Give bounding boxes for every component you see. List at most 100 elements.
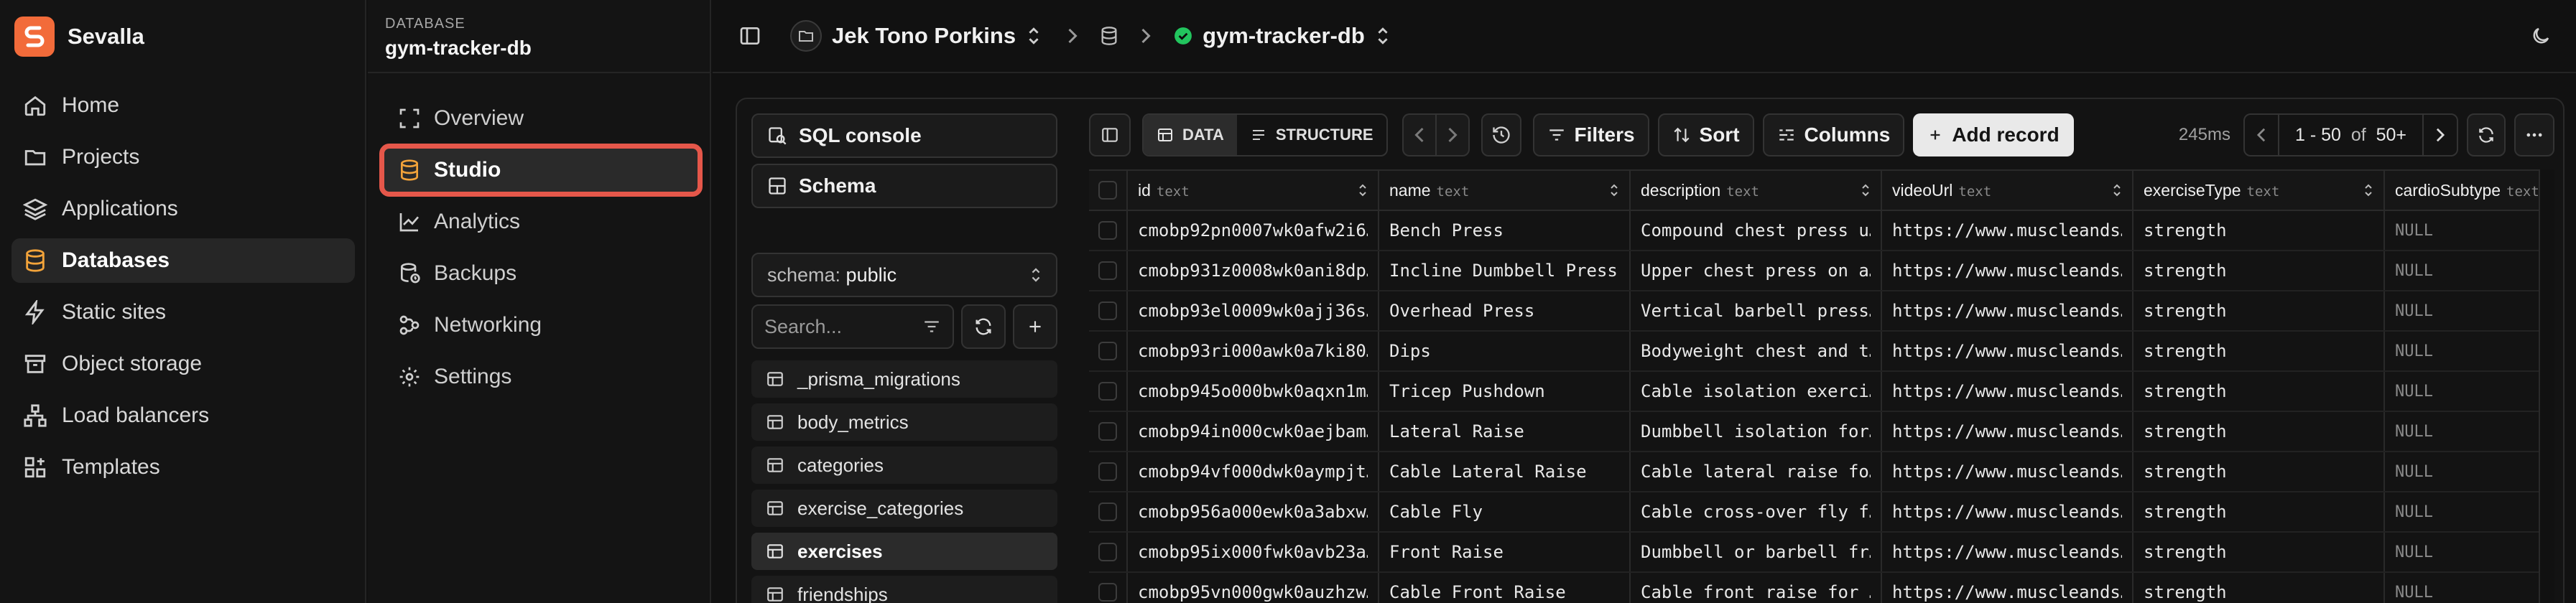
theme-moon-icon[interactable] [2530,25,2552,47]
schema-select[interactable]: schema: public [751,253,1057,297]
table-row[interactable]: cmobp956a000ewk0a3abxw… Cable Fly Cable cr… [1089,492,2554,533]
row-checkbox[interactable] [1089,372,1128,411]
table-cell[interactable]: cmobp92pn0007wk0afw2i6… [1128,211,1379,250]
table-cell[interactable]: cmobp94in000cwk0aejbam… [1128,412,1379,451]
row-checkbox[interactable] [1089,533,1128,571]
table-search-input[interactable]: Search... [751,304,954,349]
table-cell[interactable]: Overhead Press [1379,291,1631,330]
table-cell[interactable]: Bench Press [1379,211,1631,250]
table-cell[interactable]: Cable front raise for … [1631,573,1882,603]
table-cell[interactable]: strength [2133,211,2385,250]
db-nav-studio[interactable]: Studio [379,144,703,197]
table-row[interactable]: cmobp93ri000awk0a7ki80… Dips Bodyweight ch… [1089,332,2554,372]
row-checkbox[interactable] [1089,211,1128,250]
table-cell[interactable]: https://www.muscleands… [1882,573,2133,603]
table-item[interactable]: _prisma_migrations [751,360,1057,398]
row-checkbox[interactable] [1089,573,1128,603]
db-nav-analytics[interactable]: Analytics [384,200,698,244]
table-cell[interactable]: https://www.muscleands… [1882,332,2133,370]
table-row[interactable]: cmobp94vf000dwk0aympjt… Cable Lateral Rai… [1089,452,2554,492]
table-cell[interactable]: Compound chest press u… [1631,211,1882,250]
next-page-button[interactable] [2424,127,2457,143]
history-forward-button[interactable] [1435,113,1470,156]
table-cell[interactable]: Dumbbell or barbell fr… [1631,533,1882,571]
sidebar-item-home[interactable]: Home [11,83,355,128]
table-cell[interactable]: Cable Fly [1379,492,1631,531]
row-checkbox[interactable] [1089,251,1128,290]
table-cell[interactable]: cmobp94vf000dwk0aympjt… [1128,452,1379,491]
table-cell[interactable]: cmobp93ri000awk0a7ki80… [1128,332,1379,370]
table-row[interactable]: cmobp95vn000gwk0auzhzw… Cable Front Raise… [1089,573,2554,603]
table-cell[interactable]: NULL [2385,211,2554,250]
toggle-panel-button[interactable] [1089,113,1131,156]
table-cell[interactable]: NULL [2385,372,2554,411]
table-cell[interactable]: Cable isolation exerci… [1631,372,1882,411]
table-cell[interactable]: Lateral Raise [1379,412,1631,451]
column-header-description[interactable]: description text [1631,171,1882,210]
table-cell[interactable]: strength [2133,291,2385,330]
table-cell[interactable]: strength [2133,573,2385,603]
add-record-button[interactable]: Add record [1913,113,2074,156]
sidebar-item-templates[interactable]: Templates [11,445,355,490]
db-nav-networking[interactable]: Networking [384,303,698,347]
table-cell[interactable]: https://www.muscleands… [1882,291,2133,330]
column-header-cardiosubtype[interactable]: cardioSubtype text [2385,171,2554,210]
table-cell[interactable]: NULL [2385,452,2554,491]
sidebar-toggle-icon[interactable] [738,24,761,47]
table-cell[interactable]: Cable Lateral Raise [1379,452,1631,491]
table-cell[interactable]: strength [2133,251,2385,290]
sidebar-item-object-storage[interactable]: Object storage [11,342,355,386]
table-item[interactable]: body_metrics [751,403,1057,441]
db-nav-backups[interactable]: Backups [384,251,698,296]
prev-page-button[interactable] [2245,127,2278,143]
table-cell[interactable]: NULL [2385,412,2554,451]
table-cell[interactable]: strength [2133,533,2385,571]
table-cell[interactable]: strength [2133,452,2385,491]
table-cell[interactable]: strength [2133,372,2385,411]
table-row[interactable]: cmobp92pn0007wk0afw2i6… Bench Press Compou… [1089,211,2554,251]
filter-lines-icon[interactable] [922,317,941,336]
db-nav-overview[interactable]: Overview [384,96,698,141]
table-cell[interactable]: Dips [1379,332,1631,370]
history-button[interactable] [1481,113,1521,156]
table-cell[interactable]: Front Raise [1379,533,1631,571]
column-header-name[interactable]: name text [1379,171,1631,210]
table-cell[interactable]: Vertical barbell press… [1631,291,1882,330]
table-cell[interactable]: https://www.muscleands… [1882,251,2133,290]
sidebar-item-static-sites[interactable]: Static sites [11,290,355,335]
more-options-button[interactable] [2514,113,2554,156]
table-cell[interactable]: cmobp956a000ewk0a3abxw… [1128,492,1379,531]
add-table-button[interactable] [1013,304,1057,349]
table-cell[interactable]: https://www.muscleands… [1882,412,2133,451]
table-cell[interactable]: Bodyweight chest and t… [1631,332,1882,370]
table-cell[interactable]: cmobp95ix000fwk0avb23a… [1128,533,1379,571]
table-item[interactable]: exercise_categories [751,490,1057,527]
table-cell[interactable]: NULL [2385,492,2554,531]
table-item[interactable]: friendships [751,576,1057,603]
table-cell[interactable]: https://www.muscleands… [1882,533,2133,571]
sort-arrows-icon[interactable] [2363,182,2373,198]
refresh-tables-button[interactable] [961,304,1006,349]
sidebar-item-databases[interactable]: Databases [11,238,355,283]
table-cell[interactable]: strength [2133,492,2385,531]
sql-console-button[interactable]: SQL console [751,113,1057,158]
table-row[interactable]: cmobp945o000bwk0aqxn1m… Tricep Pushdown Ca… [1089,372,2554,412]
history-back-button[interactable] [1401,113,1435,156]
table-row[interactable]: cmobp94in000cwk0aejbam… Lateral Raise Dumb… [1089,412,2554,452]
sort-arrows-icon[interactable] [1861,182,1871,198]
db-nav-settings[interactable]: Settings [384,355,698,399]
column-header-id[interactable]: id text [1128,171,1379,210]
table-cell[interactable]: cmobp95vn000gwk0auzhzw… [1128,573,1379,603]
table-cell[interactable]: Cable Front Raise [1379,573,1631,603]
sidebar-item-applications[interactable]: Applications [11,187,355,231]
refresh-data-button[interactable] [2467,113,2506,156]
table-row[interactable]: cmobp93el0009wk0ajj36s… Overhead Press Ver… [1089,291,2554,332]
row-checkbox[interactable] [1089,291,1128,330]
row-checkbox[interactable] [1089,332,1128,370]
sidebar-item-load-balancers[interactable]: Load balancers [11,393,355,438]
table-row[interactable]: cmobp931z0008wk0ani8dp… Incline Dumbbell … [1089,251,2554,291]
column-header-videourl[interactable]: videoUrl text [1882,171,2133,210]
table-cell[interactable]: https://www.muscleands… [1882,211,2133,250]
table-cell[interactable]: Tricep Pushdown [1379,372,1631,411]
table-cell[interactable]: strength [2133,412,2385,451]
